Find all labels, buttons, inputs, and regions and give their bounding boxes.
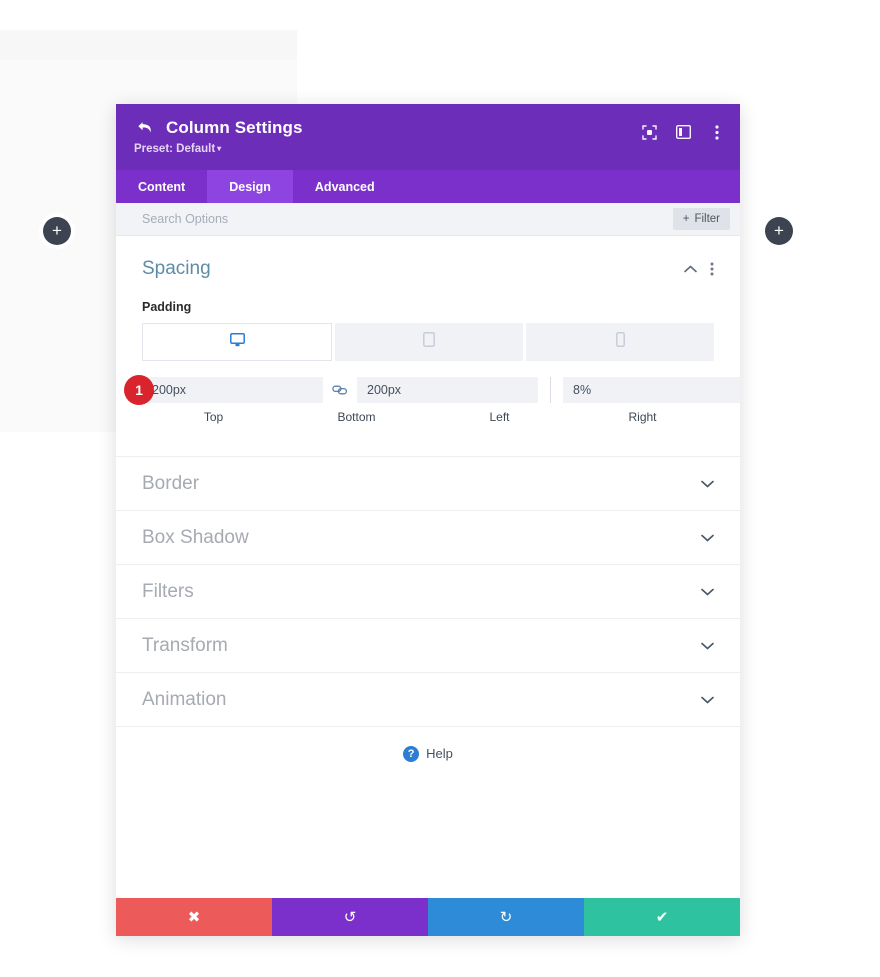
section-filters[interactable]: Filters — [116, 564, 740, 618]
modal-body[interactable]: Spacing Padding 1 200px 200px 8% Top Bot… — [116, 236, 740, 898]
undo-button[interactable]: ↺ — [272, 898, 428, 936]
modal-header: Column Settings Preset: Default ▾ — [116, 104, 740, 170]
search-input[interactable] — [142, 212, 673, 226]
chevron-down-icon[interactable] — [701, 696, 714, 704]
save-button[interactable]: ✔ — [584, 898, 740, 936]
redo-icon: ↻ — [499, 909, 513, 926]
section-box-shadow-title: Box Shadow — [142, 526, 249, 548]
device-tab-desktop[interactable] — [142, 323, 332, 361]
chevron-down-icon[interactable] — [701, 642, 714, 650]
spacing-section-title: Spacing — [142, 258, 211, 279]
chevron-up-icon[interactable] — [684, 265, 697, 273]
tab-content[interactable]: Content — [116, 170, 207, 203]
header-icon-group — [640, 123, 726, 141]
padding-bottom-label: Bottom — [337, 410, 376, 424]
check-icon: ✔ — [655, 909, 669, 926]
modal-footer: ✖ ↺ ↻ ✔ — [116, 898, 740, 936]
preset-label: Preset: Default — [134, 143, 216, 155]
section-filters-title: Filters — [142, 580, 194, 602]
chevron-down-icon: ▾ — [217, 144, 222, 153]
help-label: Help — [426, 746, 453, 761]
padding-divider — [550, 377, 551, 403]
padding-left-input[interactable] — [563, 377, 740, 403]
padding-top-input[interactable] — [142, 377, 323, 403]
chevron-down-icon[interactable] — [701, 588, 714, 596]
spacing-section-header[interactable]: Spacing — [142, 236, 714, 288]
link-icon[interactable] — [323, 384, 357, 396]
more-vertical-icon[interactable] — [708, 123, 726, 141]
device-tab-group — [142, 323, 714, 361]
padding-left-label: Left — [489, 410, 510, 424]
section-box-shadow[interactable]: Box Shadow — [116, 510, 740, 564]
redo-button[interactable]: ↻ — [428, 898, 584, 936]
padding-bottom-input[interactable] — [357, 377, 538, 403]
phone-icon — [615, 332, 625, 352]
padding-right-label: Right — [628, 410, 657, 424]
section-transform[interactable]: Transform — [116, 618, 740, 672]
screen-root: + + Column Settings Preset: Default ▾ Co… — [0, 0, 880, 977]
column-settings-modal: Column Settings Preset: Default ▾ Conten… — [116, 104, 740, 936]
chevron-down-icon[interactable] — [701, 480, 714, 488]
chevron-down-icon[interactable] — [701, 534, 714, 542]
tab-design[interactable]: Design — [207, 170, 293, 203]
preset-selector[interactable]: Preset: Default ▾ — [134, 143, 221, 155]
filter-button-label: Filter — [694, 213, 720, 225]
spacing-section-spacer — [142, 424, 714, 456]
plus-icon: + — [52, 220, 62, 240]
focus-icon[interactable] — [640, 123, 658, 141]
plus-icon: + — [682, 213, 690, 225]
padding-top-label: Top — [203, 410, 224, 424]
close-icon: ✖ — [187, 909, 201, 926]
section-border[interactable]: Border — [116, 456, 740, 510]
padding-label-row: Top Bottom Left Right — [142, 410, 714, 424]
step-badge-1: 1 — [124, 375, 154, 405]
back-arrow-icon[interactable] — [134, 118, 156, 138]
plus-icon: + — [774, 220, 784, 240]
layout-panel-icon[interactable] — [674, 123, 692, 141]
tab-advanced[interactable]: Advanced — [293, 170, 397, 203]
padding-vertical-group — [142, 377, 538, 403]
section-transform-title: Transform — [142, 634, 228, 656]
desktop-icon — [229, 332, 245, 352]
device-tab-phone[interactable] — [526, 323, 714, 361]
add-module-button-right[interactable]: + — [765, 217, 793, 245]
filter-button[interactable]: + Filter — [672, 208, 730, 230]
search-options-row: + Filter — [116, 203, 740, 236]
modal-tab-bar: Content Design Advanced — [116, 170, 740, 203]
page-title: Column Settings — [166, 118, 303, 137]
device-tab-tablet[interactable] — [335, 323, 523, 361]
more-vertical-icon[interactable] — [710, 262, 714, 276]
tablet-icon — [423, 332, 435, 352]
section-border-title: Border — [142, 472, 200, 494]
undo-icon: ↺ — [343, 909, 357, 926]
section-animation-title: Animation — [142, 688, 227, 710]
question-circle-icon: ? — [403, 745, 420, 762]
spacing-section: Spacing Padding 1 200px 200px 8% Top Bot… — [116, 236, 740, 456]
cancel-button[interactable]: ✖ — [116, 898, 272, 936]
help-link[interactable]: ? Help — [116, 726, 740, 780]
padding-field-label: Padding — [142, 300, 192, 314]
padding-horizontal-group — [563, 377, 740, 403]
padding-input-row: 1 — [124, 375, 740, 405]
section-animation[interactable]: Animation — [116, 672, 740, 726]
add-module-button-left[interactable]: + — [43, 217, 71, 245]
